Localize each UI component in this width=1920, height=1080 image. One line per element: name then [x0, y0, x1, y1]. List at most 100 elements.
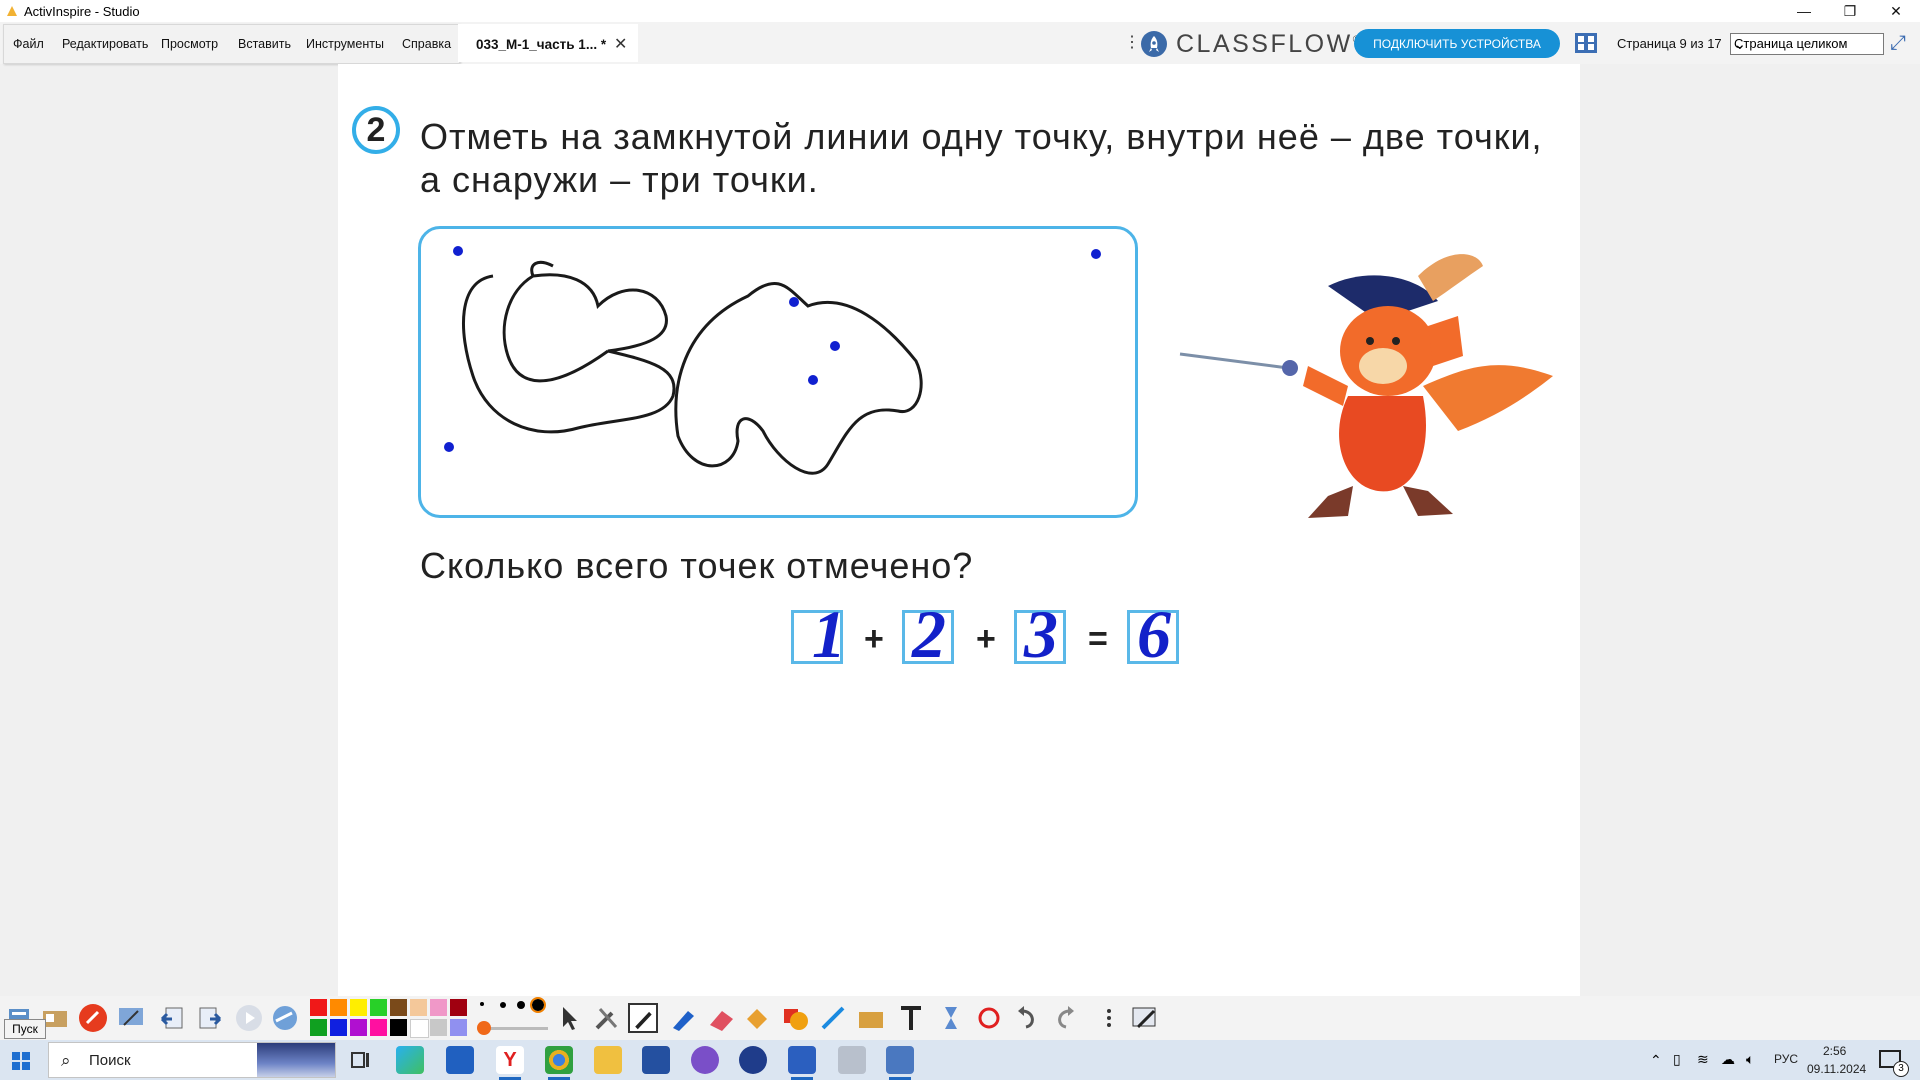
color-swatch[interactable] — [370, 999, 387, 1016]
dot-outside-2 — [1091, 249, 1101, 259]
highlighter-tool-icon[interactable] — [668, 1003, 698, 1033]
color-swatch[interactable] — [410, 999, 427, 1016]
select-tool-icon[interactable] — [554, 1003, 584, 1033]
desktop-annotate-icon[interactable] — [116, 1003, 146, 1033]
wrench-icon — [595, 1008, 618, 1030]
next-page-icon[interactable] — [194, 1003, 224, 1033]
chevron-up-icon[interactable]: ⌃ — [1650, 1052, 1662, 1069]
color-swatch[interactable] — [350, 999, 367, 1016]
file-explorer-icon[interactable] — [594, 1046, 622, 1074]
classflow-icon[interactable] — [1141, 31, 1167, 57]
tools-icon[interactable] — [592, 1003, 622, 1033]
chevron-down-icon: ⌄ — [1734, 36, 1746, 52]
chrome-browser-icon[interactable] — [545, 1046, 573, 1074]
menu-tools[interactable]: Инструменты — [306, 37, 384, 51]
classflow-brand-text: CLASSFLOW — [1176, 30, 1353, 58]
activinspire-logo-icon — [7, 6, 17, 16]
pen-width-large[interactable] — [517, 1001, 525, 1009]
dot-inside-2 — [808, 375, 818, 385]
edge-browser-icon[interactable] — [396, 1046, 424, 1074]
color-swatch[interactable] — [330, 999, 347, 1016]
zoom-select[interactable]: Страница целиком ⌄ — [1730, 33, 1884, 55]
color-swatch[interactable] — [370, 1019, 387, 1036]
play-icon[interactable] — [234, 1003, 264, 1033]
task-view-icon[interactable] — [346, 1046, 374, 1074]
document-tab-label: 033_М-1_часть 1... * — [476, 37, 607, 52]
eraser-tool-icon[interactable] — [706, 1003, 736, 1033]
resource-library-icon[interactable] — [856, 1003, 886, 1033]
connector-tool-icon[interactable] — [818, 1003, 848, 1033]
pen-width-xlarge[interactable] — [530, 997, 546, 1013]
viber-icon[interactable] — [691, 1046, 719, 1074]
calendar-app-icon[interactable] — [642, 1046, 670, 1074]
color-swatch[interactable] — [410, 1019, 429, 1038]
color-swatch[interactable] — [330, 1019, 347, 1036]
undo-arrow-icon — [1018, 1006, 1034, 1029]
menu-view[interactable]: Просмотр — [161, 37, 218, 51]
previous-page-icon[interactable] — [158, 1003, 188, 1033]
color-swatch[interactable] — [430, 999, 447, 1016]
minimize-button[interactable]: — — [1781, 0, 1827, 22]
reset-page-icon[interactable] — [974, 1003, 1004, 1033]
dot-outside-3 — [444, 442, 454, 452]
app-icon-generic[interactable] — [838, 1046, 866, 1074]
activinspire-taskbar-icon[interactable] — [739, 1046, 767, 1074]
shape-tool-icon[interactable] — [780, 1003, 810, 1033]
volume-icon[interactable]: 🔈︎ — [1746, 1051, 1754, 1068]
flipchart-page[interactable] — [338, 64, 1580, 998]
redo-icon[interactable] — [1050, 1003, 1080, 1033]
taskbar-search-input[interactable]: ⌕ Поиск — [48, 1042, 336, 1078]
pen-width-medium[interactable] — [500, 1002, 506, 1008]
task-number-badge: 2 — [352, 106, 400, 154]
cloud-icon[interactable]: ☁ — [1721, 1051, 1735, 1068]
document-tab[interactable]: 033_М-1_часть 1... * ✕ — [458, 24, 638, 62]
clock-date[interactable]: 09.11.2024 — [1807, 1062, 1866, 1076]
color-swatch[interactable] — [390, 999, 407, 1016]
color-swatch[interactable] — [450, 999, 467, 1016]
pen-width-small[interactable] — [480, 1002, 484, 1006]
color-swatch[interactable] — [390, 1019, 407, 1036]
menu-help[interactable]: Справка — [402, 37, 451, 51]
more-tools-icon[interactable] — [1094, 1003, 1124, 1033]
fill-tool-icon[interactable] — [742, 1003, 772, 1033]
palette-settings-icon[interactable] — [1130, 1003, 1160, 1033]
menu-edit[interactable]: Редактировать — [62, 37, 148, 51]
restore-button[interactable]: ❐ — [1827, 0, 1873, 22]
connect-devices-button[interactable]: ПОДКЛЮЧИТЬ УСТРОЙСТВА — [1354, 29, 1560, 58]
microsoft-store-icon[interactable] — [446, 1046, 474, 1074]
line-icon — [821, 1006, 845, 1030]
color-swatch[interactable] — [350, 1019, 367, 1036]
more-options-icon[interactable]: ⋮ — [1124, 32, 1140, 52]
color-swatch[interactable] — [310, 1019, 327, 1036]
input-language[interactable]: РУС — [1774, 1052, 1798, 1066]
menu-file[interactable]: Файл — [13, 37, 44, 51]
close-tab-icon[interactable]: ✕ — [614, 34, 627, 54]
color-swatch[interactable] — [430, 1019, 447, 1036]
fullscreen-icon[interactable]: ⤢ — [1890, 32, 1906, 55]
globe-icon — [273, 1006, 297, 1030]
screen-cover-icon[interactable] — [936, 1003, 966, 1033]
wifi-icon[interactable]: ≋ — [1697, 1051, 1709, 1068]
equals-sign: = — [1088, 620, 1108, 658]
pen-width-slider-thumb[interactable] — [477, 1021, 491, 1035]
undo-icon[interactable] — [1012, 1003, 1042, 1033]
text-tool-icon[interactable] — [896, 1003, 926, 1033]
answer-digit-4: 6 — [1137, 596, 1171, 672]
presentation-app-icon[interactable] — [886, 1046, 914, 1074]
close-window-button[interactable]: ✕ — [1873, 0, 1919, 22]
page-sorter-icon[interactable] — [1575, 33, 1597, 53]
paint-bucket-icon — [747, 1009, 767, 1029]
device-icon[interactable]: ▯ — [1673, 1051, 1681, 1068]
curves-drawing — [444, 246, 1101, 475]
clock-time[interactable]: 2:56 — [1823, 1044, 1846, 1058]
activinspire-tool-icon[interactable] — [78, 1003, 108, 1033]
windows-start-icon[interactable] — [12, 1052, 30, 1075]
pen-tool-icon[interactable] — [628, 1003, 658, 1033]
word-icon[interactable] — [788, 1046, 816, 1074]
color-swatch[interactable] — [450, 1019, 467, 1036]
hourglass-icon — [945, 1007, 957, 1029]
clear-icon[interactable] — [270, 1003, 300, 1033]
yandex-browser-icon[interactable]: Y — [496, 1046, 524, 1074]
color-swatch[interactable] — [310, 999, 327, 1016]
menu-insert[interactable]: Вставить — [238, 37, 291, 51]
